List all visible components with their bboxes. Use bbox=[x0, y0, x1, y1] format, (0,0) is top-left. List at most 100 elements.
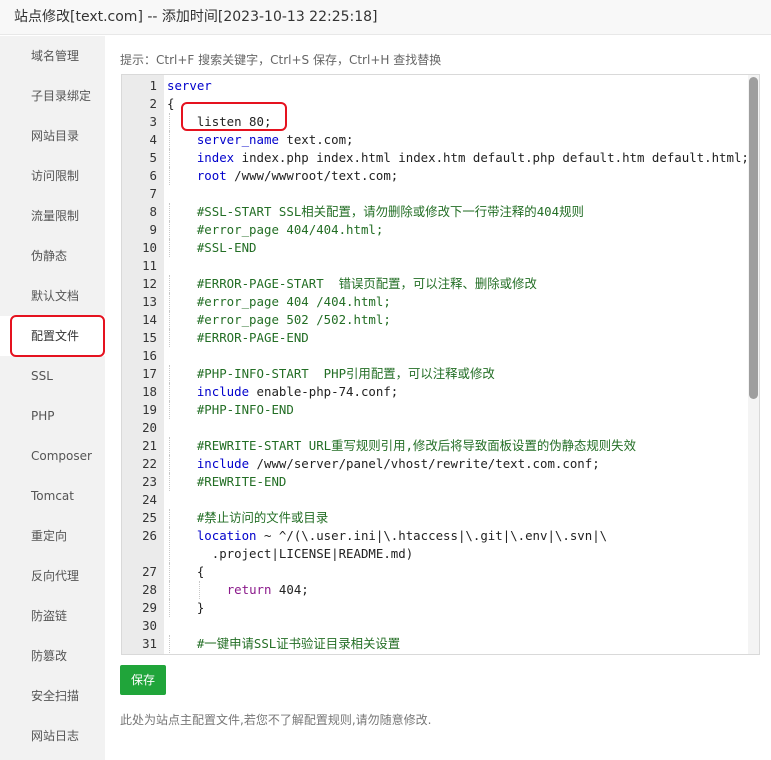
sidebar-item[interactable]: 域名管理 bbox=[0, 36, 105, 76]
code-line[interactable]: 7 bbox=[122, 185, 759, 203]
sidebar-item[interactable]: 配置文件 bbox=[0, 316, 105, 356]
line-text[interactable]: #error_page 404 /404.html; bbox=[167, 293, 391, 311]
line-text[interactable]: #REWRITE-START URL重写规则引用,修改后将导致面板设置的伪静态规… bbox=[167, 437, 636, 455]
code-line[interactable]: 18 include enable-php-74.conf; bbox=[122, 383, 759, 401]
sidebar-item[interactable]: 反向代理 bbox=[0, 556, 105, 596]
code-line[interactable]: 12 #ERROR-PAGE-START 错误页配置，可以注释、删除或修改 bbox=[122, 275, 759, 293]
sidebar-item[interactable]: 访问限制 bbox=[0, 156, 105, 196]
sidebar-item[interactable]: 安全扫描 bbox=[0, 676, 105, 716]
line-text-wrapped[interactable]: .project|LICENSE|README.md) bbox=[167, 545, 413, 563]
line-number: 5 bbox=[149, 150, 157, 165]
code-line[interactable]: 5 index index.php index.html index.htm d… bbox=[122, 149, 759, 167]
code-line[interactable]: 8 #SSL-START SSL相关配置，请勿删除或修改下一行带注释的404规则 bbox=[122, 203, 759, 221]
line-text[interactable]: server bbox=[167, 77, 212, 95]
code-line[interactable]: 28 return 404; bbox=[122, 581, 759, 599]
indent-guide bbox=[169, 329, 170, 347]
line-text[interactable]: include enable-php-74.conf; bbox=[167, 383, 398, 401]
code-line[interactable]: 1 server bbox=[122, 77, 759, 95]
line-text[interactable]: } bbox=[167, 599, 204, 617]
editor-scrollbar[interactable] bbox=[748, 75, 759, 654]
code-line[interactable]: 26 location ~ ^/(\.user.ini|\.htaccess|\… bbox=[122, 527, 759, 563]
line-text[interactable]: #ERROR-PAGE-START 错误页配置，可以注释、删除或修改 bbox=[167, 275, 537, 293]
line-text[interactable]: index index.php index.html index.htm def… bbox=[167, 149, 749, 167]
code-line[interactable]: 19 #PHP-INFO-END bbox=[122, 401, 759, 419]
code-line[interactable]: 3 listen 80; bbox=[122, 113, 759, 131]
line-number: 25 bbox=[142, 510, 157, 525]
indent-guide bbox=[169, 275, 170, 293]
line-text[interactable]: #PHP-INFO-START PHP引用配置，可以注释或修改 bbox=[167, 365, 495, 383]
code-line[interactable]: 23 #REWRITE-END bbox=[122, 473, 759, 491]
line-text[interactable]: #禁止访问的文件或目录 bbox=[167, 509, 328, 527]
line-text[interactable]: #PHP-INFO-END bbox=[167, 401, 294, 419]
line-text[interactable]: #REWRITE-END bbox=[167, 473, 287, 491]
line-text[interactable]: #SSL-END bbox=[167, 239, 257, 257]
code-line[interactable]: 11 bbox=[122, 257, 759, 275]
line-number: 27 bbox=[142, 564, 157, 579]
line-text[interactable]: root /www/wwwroot/text.com; bbox=[167, 167, 398, 185]
indent-guide bbox=[169, 455, 170, 473]
sidebar-item[interactable]: 网站日志 bbox=[0, 716, 105, 756]
code-line[interactable]: 27 { bbox=[122, 563, 759, 581]
line-number: 26 bbox=[142, 528, 157, 543]
line-number: 8 bbox=[149, 204, 157, 219]
line-text[interactable]: #SSL-START SSL相关配置，请勿删除或修改下一行带注释的404规则 bbox=[167, 203, 584, 221]
indent-guide bbox=[169, 311, 170, 329]
code-editor[interactable]: 1 server 2{3 listen 80; 4 server_name text.… bbox=[121, 74, 760, 655]
line-text[interactable]: { bbox=[167, 563, 204, 581]
line-number: 6 bbox=[149, 168, 157, 183]
code-line[interactable]: 30 bbox=[122, 617, 759, 635]
code-line[interactable]: 24 bbox=[122, 491, 759, 509]
line-text[interactable]: { bbox=[167, 95, 174, 113]
line-number: 4 bbox=[149, 132, 157, 147]
line-number: 17 bbox=[142, 366, 157, 381]
line-text[interactable]: return 404; bbox=[167, 581, 309, 599]
line-number: 28 bbox=[142, 582, 157, 597]
code-line[interactable]: 16 bbox=[122, 347, 759, 365]
code-line[interactable]: 31 #一键申请SSL证书验证目录相关设置 bbox=[122, 635, 759, 653]
code-line[interactable]: 21 #REWRITE-START URL重写规则引用,修改后将导致面板设置的伪… bbox=[122, 437, 759, 455]
indent-guide bbox=[169, 113, 170, 131]
sidebar-item[interactable]: PHP bbox=[0, 396, 105, 436]
save-button[interactable]: 保存 bbox=[120, 665, 166, 695]
code-line[interactable]: 2{ bbox=[122, 95, 759, 113]
line-text[interactable]: server_name text.com; bbox=[167, 131, 354, 149]
sidebar-item[interactable]: 防盗链 bbox=[0, 596, 105, 636]
sidebar-item[interactable]: 子目录绑定 bbox=[0, 76, 105, 116]
code-line[interactable]: 14 #error_page 502 /502.html; bbox=[122, 311, 759, 329]
sidebar-item[interactable]: 伪静态 bbox=[0, 236, 105, 276]
line-text[interactable]: #一键申请SSL证书验证目录相关设置 bbox=[167, 635, 400, 653]
indent-guide bbox=[169, 437, 170, 455]
indent-guide bbox=[169, 635, 170, 653]
code-line[interactable]: 4 server_name text.com; bbox=[122, 131, 759, 149]
indent-guide bbox=[198, 581, 200, 599]
code-line[interactable]: 15 #ERROR-PAGE-END bbox=[122, 329, 759, 347]
code-line[interactable]: 17 #PHP-INFO-START PHP引用配置，可以注释或修改 bbox=[122, 365, 759, 383]
code-line[interactable]: 9 #error_page 404/404.html; bbox=[122, 221, 759, 239]
sidebar-item[interactable]: 网站目录 bbox=[0, 116, 105, 156]
code-line[interactable]: 10 #SSL-END bbox=[122, 239, 759, 257]
sidebar-item[interactable]: Tomcat bbox=[0, 476, 105, 516]
sidebar-item[interactable]: 防篡改 bbox=[0, 636, 105, 676]
line-text[interactable]: location ~ ^/(\.user.ini|\.htaccess|\.gi… bbox=[167, 527, 607, 545]
line-number: 12 bbox=[142, 276, 157, 291]
line-text[interactable]: #error_page 404/404.html; bbox=[167, 221, 384, 239]
code-line[interactable]: 29 } bbox=[122, 599, 759, 617]
code-lines[interactable]: 1 server 2{3 listen 80; 4 server_name text.… bbox=[122, 77, 759, 653]
code-line[interactable]: 20 bbox=[122, 419, 759, 437]
line-text[interactable]: #error_page 502 /502.html; bbox=[167, 311, 391, 329]
line-text[interactable]: include /www/server/panel/vhost/rewrite/… bbox=[167, 455, 600, 473]
sidebar-item[interactable]: Composer bbox=[0, 436, 105, 476]
code-line[interactable]: 22 include /www/server/panel/vhost/rewri… bbox=[122, 455, 759, 473]
sidebar-item[interactable]: SSL bbox=[0, 356, 105, 396]
line-number: 18 bbox=[142, 384, 157, 399]
editor-scrollbar-thumb[interactable] bbox=[749, 77, 758, 399]
line-text[interactable]: listen 80; bbox=[167, 113, 272, 131]
code-line[interactable]: 25 #禁止访问的文件或目录 bbox=[122, 509, 759, 527]
indent-guide bbox=[169, 167, 170, 185]
sidebar-item[interactable]: 流量限制 bbox=[0, 196, 105, 236]
code-line[interactable]: 6 root /www/wwwroot/text.com; bbox=[122, 167, 759, 185]
line-text[interactable]: #ERROR-PAGE-END bbox=[167, 329, 309, 347]
code-line[interactable]: 13 #error_page 404 /404.html; bbox=[122, 293, 759, 311]
sidebar-item[interactable]: 重定向 bbox=[0, 516, 105, 556]
sidebar-item[interactable]: 默认文档 bbox=[0, 276, 105, 316]
